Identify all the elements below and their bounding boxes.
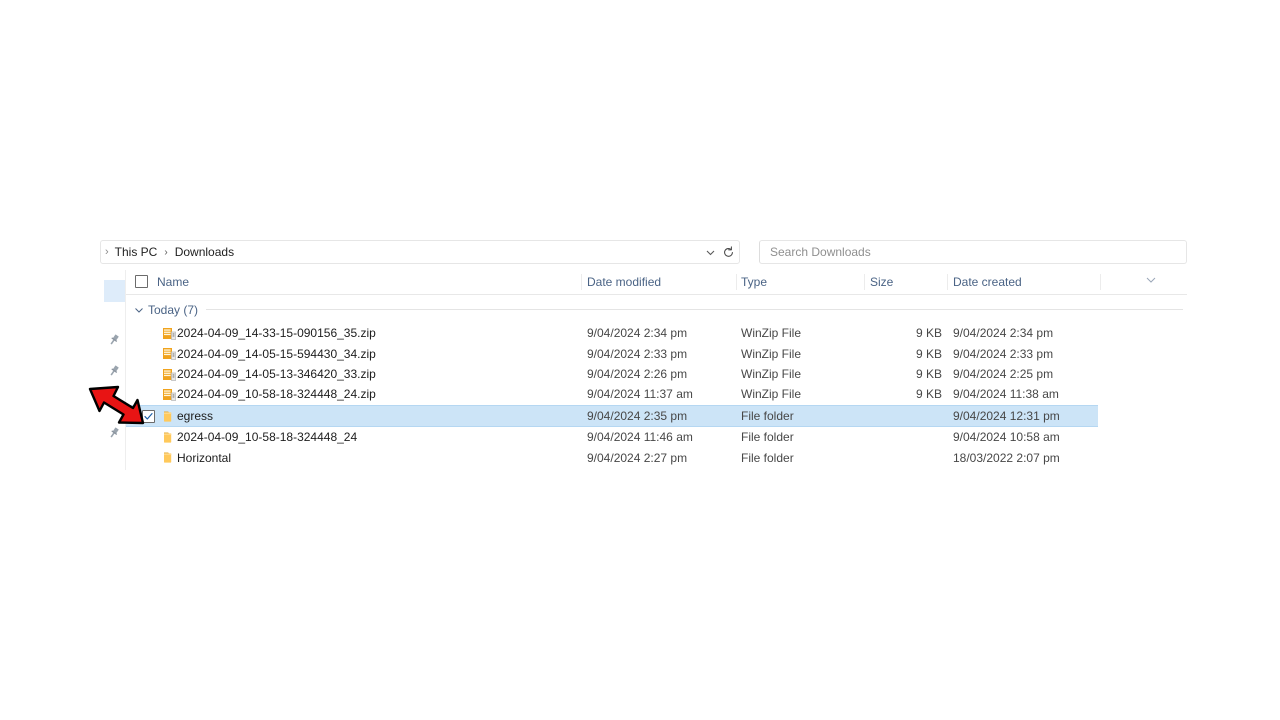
zip-file-icon [162, 367, 177, 382]
chevron-down-icon[interactable] [703, 245, 717, 259]
cell-type: WinZip File [741, 366, 802, 381]
file-explorer-window: › This PC › Downloads Search Downloads N… [0, 0, 1280, 720]
column-divider[interactable] [1100, 274, 1101, 290]
column-divider[interactable] [736, 274, 737, 290]
file-name: 2024-04-09_10-58-18-324448_24.zip [177, 387, 376, 402]
cell-date-modified: 9/04/2024 11:46 am [587, 430, 693, 445]
breadcrumb-leading-chevron-icon[interactable]: › [105, 246, 109, 258]
sort-chevron-down-icon [1145, 271, 1157, 283]
folder-icon [162, 430, 177, 445]
file-name: egress [177, 408, 214, 423]
folder-icon [162, 409, 177, 424]
column-header-date-created[interactable]: Date created [953, 270, 1022, 294]
chevron-down-icon[interactable] [133, 304, 145, 316]
zip-file-icon [162, 346, 177, 361]
select-all-checkbox[interactable] [135, 275, 148, 288]
cell-date-created: 9/04/2024 2:25 pm [953, 366, 1054, 381]
file-name: Horizontal [177, 450, 232, 465]
table-row[interactable]: 2024-04-09_10-58-18-324448_24 9/04/2024 … [126, 427, 1098, 447]
breadcrumb-item-this-pc[interactable]: This PC [112, 243, 161, 261]
file-list[interactable]: 2024-04-09_14-33-15-090156_35.zip 9/04/2… [126, 323, 1187, 468]
folder-icon [162, 450, 177, 465]
cell-date-modified: 9/04/2024 2:33 pm [587, 346, 688, 361]
row-checkbox[interactable] [142, 409, 155, 423]
navigation-pane[interactable] [100, 270, 125, 470]
address-bar[interactable]: › This PC › Downloads [100, 240, 740, 264]
table-row[interactable]: 2024-04-09_14-05-13-346420_33.zip 9/04/2… [126, 364, 1098, 384]
cell-date-modified: 9/04/2024 11:37 am [587, 387, 693, 402]
cell-date-modified: 9/04/2024 2:34 pm [587, 326, 688, 341]
cell-date-modified: 9/04/2024 2:35 pm [587, 408, 688, 423]
cell-date-modified: 9/04/2024 2:26 pm [587, 366, 688, 381]
column-header-date-modified[interactable]: Date modified [587, 270, 661, 294]
cell-type: File folder [741, 408, 794, 423]
cell-size [826, 447, 942, 467]
column-header-type[interactable]: Type [741, 270, 767, 294]
group-rule [206, 309, 1183, 310]
pin-icon[interactable] [107, 426, 121, 440]
zip-file-icon [162, 326, 177, 341]
breadcrumb-separator-icon: › [164, 246, 168, 258]
pin-icon[interactable] [107, 364, 121, 378]
table-row[interactable]: Horizontal 9/04/2024 2:27 pm File folder… [126, 447, 1098, 467]
cell-type: WinZip File [741, 346, 802, 361]
cell-date-created: 9/04/2024 2:33 pm [953, 346, 1054, 361]
cell-date-modified: 9/04/2024 2:27 pm [587, 450, 688, 465]
file-name: 2024-04-09_10-58-18-324448_24 [177, 430, 358, 445]
column-divider[interactable] [864, 274, 865, 290]
table-row[interactable]: egress 9/04/2024 2:35 pm File folder 9/0… [126, 404, 1098, 427]
pin-icon[interactable] [107, 395, 121, 409]
file-name: 2024-04-09_14-05-15-594430_34.zip [177, 346, 376, 361]
cell-type: File folder [741, 450, 794, 465]
cell-type: WinZip File [741, 326, 802, 341]
cell-size [826, 427, 942, 447]
table-row[interactable]: 2024-04-09_14-33-15-090156_35.zip 9/04/2… [126, 323, 1098, 343]
cell-size: 9 KB [915, 387, 942, 402]
breadcrumb-item-downloads[interactable]: Downloads [172, 243, 237, 261]
column-header-name[interactable]: Name [157, 270, 189, 294]
column-header-row: Name Date modified Type Size Date create… [126, 270, 1187, 295]
refresh-icon[interactable] [721, 245, 735, 259]
cell-type: File folder [741, 430, 794, 445]
table-row[interactable]: 2024-04-09_10-58-18-324448_24.zip 9/04/2… [126, 384, 1098, 404]
column-divider[interactable] [947, 274, 948, 290]
cell-date-created: 9/04/2024 12:31 pm [953, 408, 1060, 423]
pin-icon[interactable] [107, 333, 121, 347]
cell-date-created: 9/04/2024 11:38 am [953, 387, 1059, 402]
cell-date-created: 9/04/2024 10:58 am [953, 430, 1060, 445]
group-header-today[interactable]: Today (7) [126, 300, 1187, 319]
cell-date-created: 9/04/2024 2:34 pm [953, 326, 1054, 341]
group-label: Today (7) [148, 302, 199, 317]
search-placeholder: Search Downloads [770, 245, 871, 259]
nav-selected-item[interactable] [104, 280, 125, 302]
search-input[interactable]: Search Downloads [759, 240, 1187, 264]
cell-date-created: 18/03/2022 2:07 pm [953, 450, 1060, 465]
zip-file-icon [162, 387, 177, 402]
column-header-size[interactable]: Size [870, 270, 893, 294]
cell-size: 9 KB [915, 366, 942, 381]
cell-size [826, 406, 942, 426]
column-divider[interactable] [581, 274, 582, 290]
cell-type: WinZip File [741, 387, 802, 402]
file-name: 2024-04-09_14-05-13-346420_33.zip [177, 366, 376, 381]
cell-size: 9 KB [915, 346, 942, 361]
file-name: 2024-04-09_14-33-15-090156_35.zip [177, 326, 376, 341]
cell-size: 9 KB [915, 326, 942, 341]
table-row[interactable]: 2024-04-09_14-05-15-594430_34.zip 9/04/2… [126, 343, 1098, 363]
